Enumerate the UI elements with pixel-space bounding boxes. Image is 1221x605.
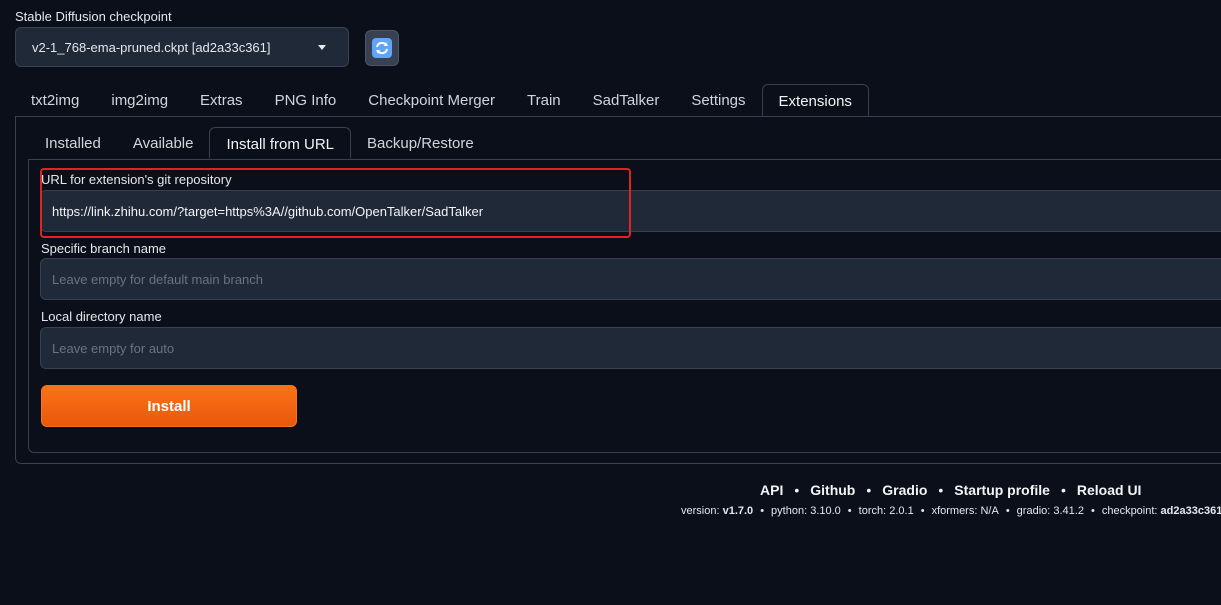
gradio-label: gradio: xyxy=(1016,505,1051,517)
xformers-value: N/A xyxy=(980,505,999,517)
branch-input[interactable]: Leave empty for default main branch xyxy=(40,258,1221,300)
tab-sadtalker[interactable]: SadTalker xyxy=(577,84,676,116)
main-tab-bar: txt2img img2img Extras PNG Info Checkpoi… xyxy=(15,84,1221,116)
checkpoint-hash: ad2a33c361 xyxy=(1160,505,1221,517)
version-separator: • xyxy=(1090,505,1095,517)
url-input[interactable]: https://link.zhihu.com/?target=https%3A/… xyxy=(40,190,1221,232)
refresh-checkpoint-button[interactable] xyxy=(365,30,399,66)
tab-checkpoint-merger[interactable]: Checkpoint Merger xyxy=(352,84,511,116)
torch-label: torch: xyxy=(858,505,887,517)
python-value: 3.10.0 xyxy=(810,505,841,517)
footer-separator: • xyxy=(866,482,872,498)
footer-link-github[interactable]: Github xyxy=(810,482,855,498)
torch-value: 2.0.1 xyxy=(889,505,914,517)
footer-separator: • xyxy=(794,482,800,498)
version-separator: • xyxy=(920,505,925,517)
install-button[interactable]: Install xyxy=(41,385,297,427)
chevron-down-icon xyxy=(318,45,326,50)
tab-installed[interactable]: Installed xyxy=(29,127,117,159)
version-value: v1.7.0 xyxy=(722,505,754,517)
footer-link-api[interactable]: API xyxy=(760,482,783,498)
directory-input[interactable]: Leave empty for auto xyxy=(40,327,1221,369)
tab-extensions[interactable]: Extensions xyxy=(761,84,869,116)
checkpoint-label-footer: checkpoint: xyxy=(1101,505,1158,517)
refresh-icon xyxy=(372,38,392,58)
gradio-value: 3.41.2 xyxy=(1053,505,1084,517)
directory-field-label: Local directory name xyxy=(41,309,162,324)
footer-link-gradio[interactable]: Gradio xyxy=(882,482,927,498)
footer-link-startup-profile[interactable]: Startup profile xyxy=(954,482,1050,498)
tab-img2img[interactable]: img2img xyxy=(95,84,184,116)
tab-install-from-url[interactable]: Install from URL xyxy=(209,127,352,159)
extensions-sub-tab-bar: Installed Available Install from URL Bac… xyxy=(29,127,1221,159)
version-separator: • xyxy=(847,505,852,517)
tab-png-info[interactable]: PNG Info xyxy=(259,84,353,116)
branch-field-label: Specific branch name xyxy=(41,241,167,256)
checkpoint-label: Stable Diffusion checkpoint xyxy=(15,9,172,24)
python-label: python: xyxy=(771,505,808,517)
tab-train[interactable]: Train xyxy=(511,84,577,116)
footer-separator: • xyxy=(938,482,944,498)
footer-links: API • Github • Gradio • Startup profile … xyxy=(760,482,1141,498)
tab-backup-restore[interactable]: Backup/Restore xyxy=(351,127,490,159)
version-separator: • xyxy=(1005,505,1010,517)
footer-separator: • xyxy=(1060,482,1066,498)
version-info: version: v1.7.0 • python: 3.10.0 • torch… xyxy=(681,505,1221,517)
tab-extras[interactable]: Extras xyxy=(184,84,259,116)
version-separator: • xyxy=(760,505,765,517)
version-label: version: xyxy=(681,505,720,517)
tab-available[interactable]: Available xyxy=(117,127,210,159)
tab-txt2img[interactable]: txt2img xyxy=(15,84,95,116)
footer-link-reload-ui[interactable]: Reload UI xyxy=(1077,482,1142,498)
checkpoint-dropdown[interactable]: v2-1_768-ema-pruned.ckpt [ad2a33c361] xyxy=(15,27,349,67)
url-field-label: URL for extension's git repository xyxy=(41,172,232,187)
checkpoint-value: v2-1_768-ema-pruned.ckpt [ad2a33c361] xyxy=(32,39,271,55)
tab-settings[interactable]: Settings xyxy=(675,84,761,116)
xformers-label: xformers: xyxy=(931,505,978,517)
